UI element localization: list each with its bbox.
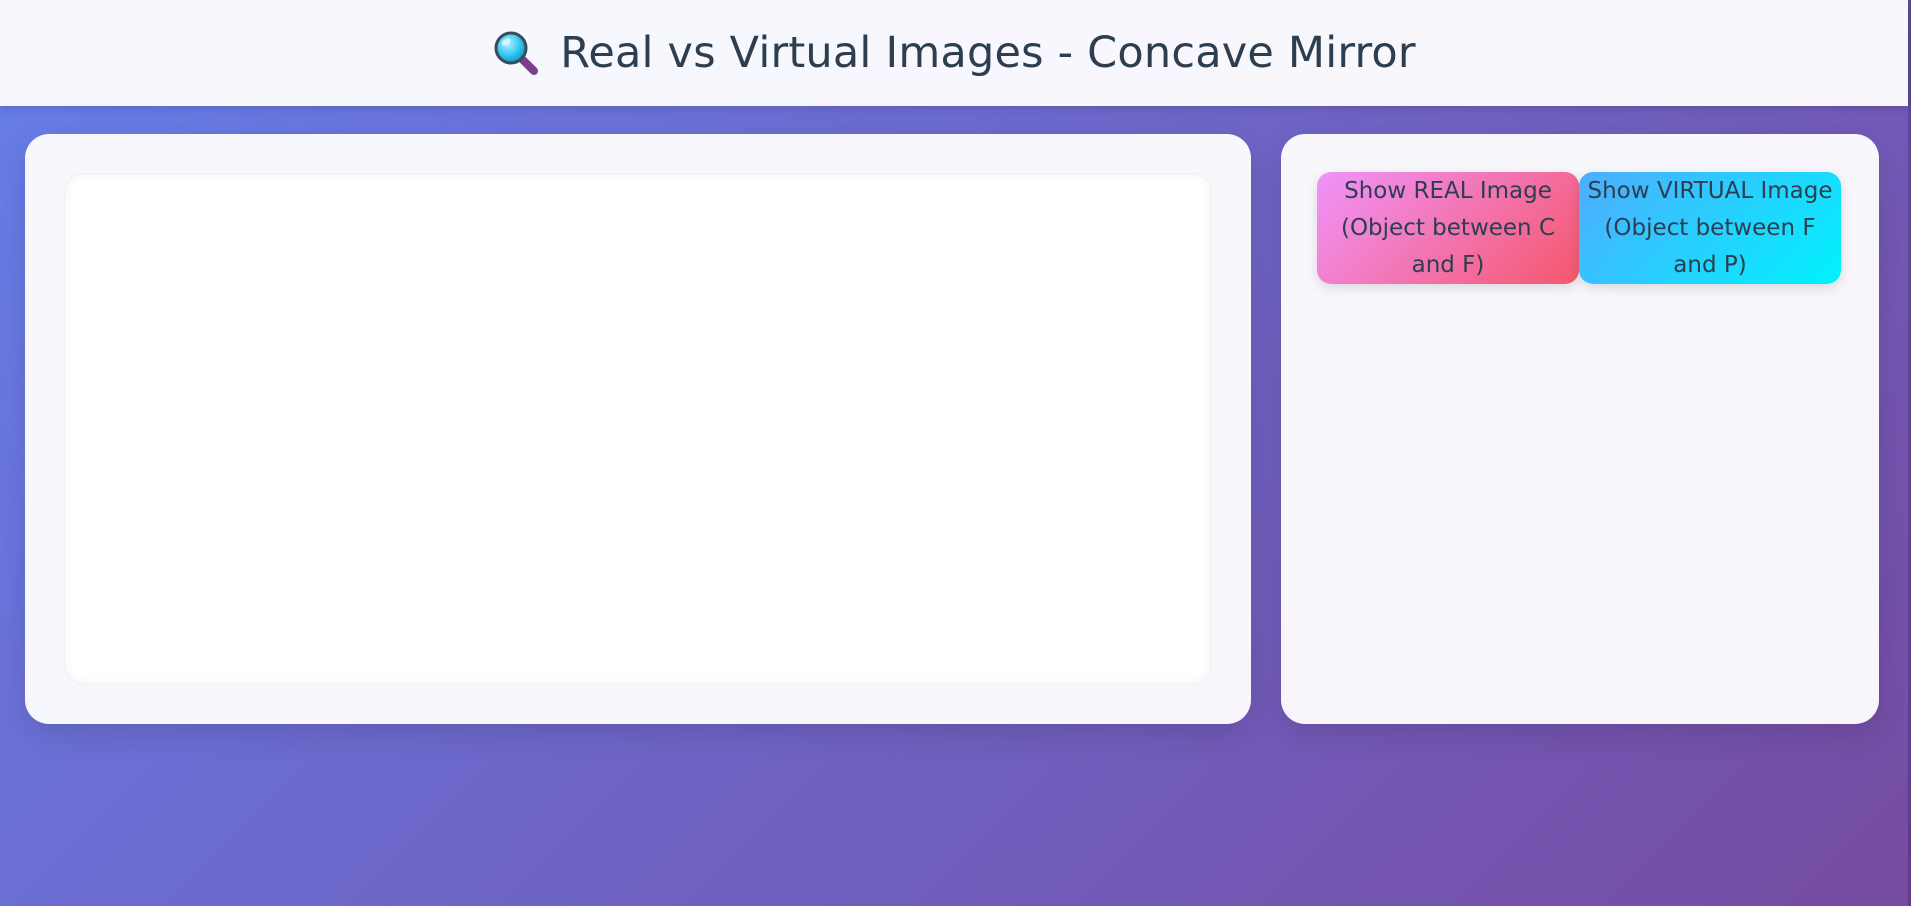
magnifying-glass-icon (492, 29, 540, 77)
mode-button-row: Show REAL Image (Object between C and F)… (1317, 172, 1841, 284)
mirror-canvas[interactable] (65, 174, 1211, 684)
page-title-row: Real vs Virtual Images - Concave Mirror (492, 28, 1416, 78)
show-real-image-button[interactable]: Show REAL Image (Object between C and F) (1317, 172, 1579, 284)
simulation-panel (25, 134, 1251, 724)
show-virtual-image-button[interactable]: Show VIRTUAL Image (Object between F and… (1579, 172, 1841, 284)
page-header: Real vs Virtual Images - Concave Mirror (0, 0, 1908, 106)
controls-panel: Show REAL Image (Object between C and F)… (1281, 134, 1879, 724)
page-title: Real vs Virtual Images - Concave Mirror (560, 28, 1416, 78)
